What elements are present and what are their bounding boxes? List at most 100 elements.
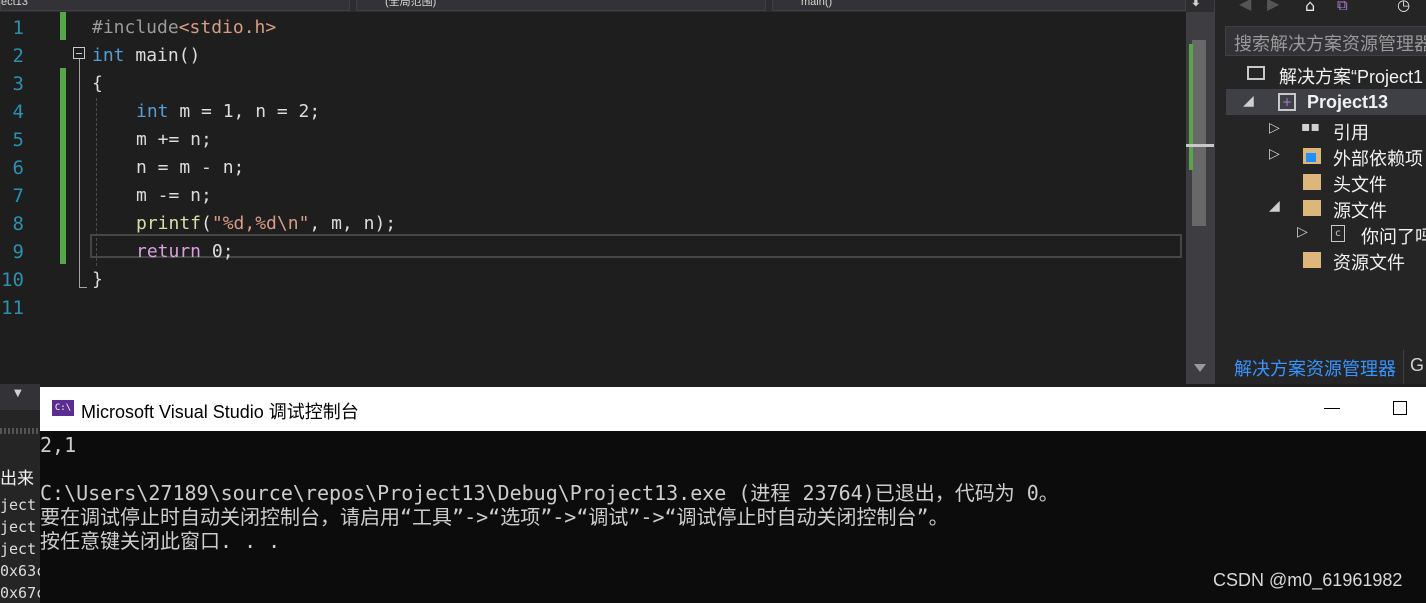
project-node[interactable]: ◢ + Project13: [1226, 89, 1426, 115]
code-line-1: #include<stdio.h>: [92, 17, 277, 38]
cpp-file-icon: c: [1331, 225, 1345, 242]
solution-explorer-toolbar: ◀ ▶ ⌂ ⧉ ◷: [1215, 0, 1426, 22]
external-deps-label: 外部依赖项: [1333, 149, 1423, 169]
line-number: 3: [12, 73, 24, 95]
outline-end: [79, 287, 87, 288]
source-file-label: 你问了吗: [1361, 227, 1426, 247]
tree-item-source-file[interactable]: ▷ c 你问了吗: [1297, 221, 1426, 247]
line-number: 11: [1, 297, 24, 319]
line-number: 7: [12, 185, 24, 207]
header-files-label: 头文件: [1333, 175, 1387, 195]
output-panel-fragment: ▼ 出来 ject ject ject 0x63c 0x67c: [0, 384, 40, 603]
code-line-2: int main(): [92, 45, 201, 66]
code-line-5: m += n;: [136, 129, 212, 150]
code-line-9: return 0;: [136, 241, 234, 262]
line-number: 5: [12, 129, 24, 151]
output-line: ject: [0, 518, 37, 536]
tab-next[interactable]: G: [1403, 350, 1426, 384]
forward-icon[interactable]: ▶: [1267, 0, 1279, 13]
project-icon: +: [1278, 93, 1296, 111]
solution-label: 解决方案“Project1: [1279, 67, 1424, 87]
console-app-icon: C:\: [52, 400, 74, 416]
tab-solution-explorer[interactable]: 解决方案资源管理器: [1225, 350, 1400, 384]
line-number: 10: [1, 269, 24, 291]
console-output-line: C:\Users\27189\source\repos\Project13\De…: [40, 481, 1059, 505]
references-label: 引用: [1333, 123, 1369, 143]
collapsed-arrow-icon[interactable]: ▷: [1269, 146, 1280, 162]
home-icon[interactable]: ⌂: [1305, 0, 1315, 15]
code-line-6: n = m - n;: [136, 157, 245, 178]
output-dropdown[interactable]: ▼: [0, 384, 40, 410]
tab-next-label: G: [1410, 355, 1425, 375]
line-number: 1: [12, 17, 24, 39]
tree-item-references[interactable]: ▷ ▪▪ 引用: [1269, 117, 1426, 143]
console-title: Microsoft Visual Studio 调试控制台: [81, 402, 359, 422]
project-dropdown[interactable]: ect13: [0, 0, 350, 11]
code-line-3: {: [92, 73, 103, 94]
resource-files-label: 资源文件: [1333, 253, 1405, 273]
scrollbar-caret-marker: [1186, 144, 1214, 147]
collapsed-arrow-icon[interactable]: ▷: [1297, 224, 1308, 240]
minimize-icon[interactable]: [1324, 408, 1340, 409]
line-number: 8: [12, 213, 24, 235]
scope-dropdown-label: (全局范围): [385, 0, 437, 8]
folder-icon: [1303, 252, 1321, 268]
outline-line: [79, 59, 80, 287]
line-number: 4: [12, 101, 24, 123]
console-output-line: 要在调试停止时自动关闭控制台，请启用“工具”->“选项”->“调试”->“调试停…: [40, 505, 949, 529]
panel-grip[interactable]: [0, 428, 40, 434]
navigation-bar: ect13 (全局范围) main() ⬇: [0, 0, 1214, 12]
collapse-toggle-icon[interactable]: [73, 47, 85, 59]
code-line-10: }: [92, 269, 103, 290]
switch-view-icon[interactable]: ⧉: [1337, 0, 1348, 14]
member-dropdown-label: main(): [801, 0, 833, 8]
debug-console-window: C:\ Microsoft Visual Studio 调试控制台 2,1 C:…: [40, 387, 1426, 603]
folder-icon: [1303, 174, 1321, 190]
back-icon[interactable]: ◀: [1239, 0, 1251, 13]
scrollbar-change-map: [1189, 44, 1193, 170]
external-deps-icon: [1303, 148, 1321, 164]
tree-item-external-deps[interactable]: ▷ 外部依赖项: [1269, 143, 1426, 169]
tree-item-header-files[interactable]: 头文件: [1269, 169, 1426, 195]
tree-item-source-files[interactable]: ◢ 源文件: [1269, 195, 1426, 221]
references-icon: ▪▪: [1301, 119, 1320, 135]
code-line-7: m -= n;: [136, 185, 212, 206]
watermark: CSDN @m0_61961982: [1213, 570, 1403, 590]
collapsed-arrow-icon[interactable]: ▷: [1269, 120, 1280, 136]
solution-explorer: ◀ ▶ ⌂ ⧉ ◷ 搜索解决方案资源管理器 解决方案“Project1 ◢ + …: [1214, 0, 1426, 384]
solution-icon: [1247, 66, 1265, 80]
console-output-line: 2,1: [40, 433, 77, 457]
split-arrow-icon[interactable]: ⬇: [1190, 0, 1202, 10]
scrollbar-thumb[interactable]: [1192, 40, 1206, 226]
solution-search-input[interactable]: 搜索解决方案资源管理器: [1225, 26, 1426, 56]
project-dropdown-label: ect13: [1, 0, 28, 8]
tree-item-resource-files[interactable]: 资源文件: [1269, 247, 1426, 273]
editor-scrollbar[interactable]: [1186, 12, 1214, 384]
console-titlebar[interactable]: C:\ Microsoft Visual Studio 调试控制台: [40, 387, 1426, 431]
scroll-down-arrow-icon[interactable]: [1194, 364, 1206, 372]
output-line: ject: [0, 496, 37, 514]
history-icon[interactable]: ◷: [1397, 0, 1410, 14]
output-header: 出来: [0, 469, 34, 488]
line-number: 6: [12, 157, 24, 179]
code-editor[interactable]: 1 2 3 4 5 6 7 8 9 10 11 #include<stdio.h…: [0, 12, 1186, 384]
folder-open-icon: [1303, 200, 1321, 216]
code-line-4: int m = 1, n = 2;: [136, 101, 321, 122]
scope-dropdown[interactable]: (全局范围): [356, 0, 766, 11]
dropdown-arrow-icon[interactable]: ▼: [14, 388, 22, 399]
project-name: Project13: [1307, 92, 1389, 112]
line-number: 9: [12, 241, 24, 263]
line-number: 2: [12, 45, 24, 67]
change-indicator: [60, 12, 66, 40]
expanded-arrow-icon[interactable]: ◢: [1243, 93, 1254, 109]
console-output-line: 按任意键关闭此窗口. . .: [40, 529, 281, 553]
maximize-icon[interactable]: [1393, 401, 1407, 415]
expanded-arrow-icon[interactable]: ◢: [1269, 198, 1280, 214]
output-line: ject: [0, 540, 37, 558]
search-placeholder: 搜索解决方案资源管理器: [1234, 34, 1426, 54]
tab-solution-explorer-label: 解决方案资源管理器: [1234, 359, 1396, 379]
member-dropdown[interactable]: main(): [772, 0, 1186, 11]
source-files-label: 源文件: [1333, 201, 1387, 221]
code-line-8: printf("%d,%d\n", m, n);: [136, 213, 397, 234]
change-indicator: [60, 68, 66, 264]
